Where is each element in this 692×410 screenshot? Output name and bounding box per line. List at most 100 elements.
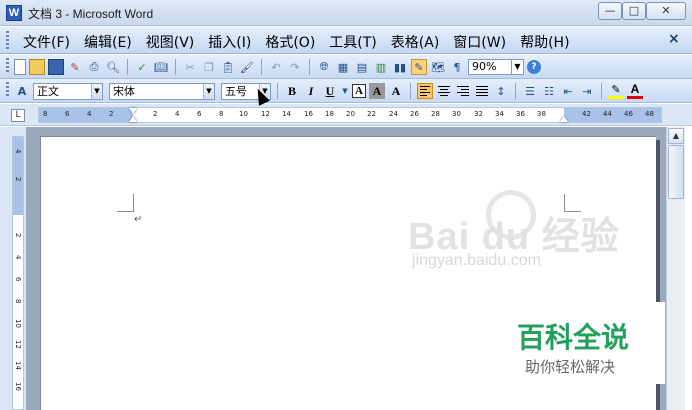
- toolbar-grip[interactable]: [6, 58, 9, 74]
- separator: [261, 59, 262, 75]
- zoom-dropdown-arrow[interactable]: ▼: [512, 59, 524, 75]
- vertical-ruler-area: 4 2 2 4 6 8 10 12 14 16: [0, 127, 26, 410]
- justify-button[interactable]: [474, 83, 490, 99]
- ruler-number: 42: [582, 110, 591, 118]
- hanging-indent-marker[interactable]: [129, 116, 137, 122]
- align-right-button[interactable]: [455, 83, 471, 99]
- close-button[interactable]: ✕: [646, 2, 686, 20]
- insert-excel-icon[interactable]: ▥: [373, 59, 389, 75]
- minimize-button[interactable]: —: [598, 2, 622, 20]
- vertical-ruler[interactable]: 4 2 2 4 6 8 10 12 14 16: [12, 136, 24, 410]
- ruler-number: 16: [304, 110, 313, 118]
- tab-selector[interactable]: L: [11, 109, 25, 122]
- styles-pane-icon[interactable]: A: [14, 83, 30, 99]
- align-left-button[interactable]: [417, 83, 433, 99]
- toolbar-grip[interactable]: [6, 82, 9, 98]
- ruler-number: 4: [87, 110, 92, 118]
- hyperlink-icon[interactable]: 🌐︎: [316, 59, 332, 75]
- word-app-icon[interactable]: W: [6, 5, 22, 21]
- menubar-grip[interactable]: [6, 31, 9, 49]
- first-line-indent-marker[interactable]: [129, 108, 137, 114]
- menu-file[interactable]: 文件(F): [16, 32, 77, 52]
- right-indent-marker[interactable]: [560, 116, 568, 122]
- increase-indent-icon[interactable]: ⇥: [579, 83, 595, 99]
- ruler-number: 10: [14, 319, 22, 328]
- ruler-number: 10: [239, 110, 248, 118]
- ruler-number: 46: [624, 110, 633, 118]
- zoom-input[interactable]: 90%: [468, 59, 512, 75]
- spelling-icon[interactable]: ✓: [134, 59, 150, 75]
- ruler-number: 38: [537, 110, 546, 118]
- underline-dropdown-icon[interactable]: ▼: [341, 83, 349, 99]
- chevron-down-icon[interactable]: ▼: [203, 83, 214, 99]
- separator: [127, 59, 128, 75]
- left-margin-region: [39, 108, 133, 122]
- tables-borders-icon[interactable]: ▦: [335, 59, 351, 75]
- ruler-number: 36: [516, 110, 525, 118]
- scroll-up-icon[interactable]: ▲: [668, 128, 684, 144]
- formatting-toolbar: A 正文 ▼ 宋体 ▼ 五号 ▼ B I U ▼ A A A ↕ ☰ ☷ ⇤ ⇥…: [0, 79, 692, 103]
- font-color-button[interactable]: A: [627, 83, 643, 99]
- ruler-number: 28: [431, 110, 440, 118]
- redo-icon[interactable]: ↷: [287, 59, 303, 75]
- chevron-down-icon[interactable]: ▼: [91, 83, 102, 99]
- ruler-number: 14: [14, 361, 22, 370]
- menu-table[interactable]: 表格(A): [384, 32, 447, 52]
- insert-table-icon[interactable]: ▤: [354, 59, 370, 75]
- save-icon[interactable]: [48, 59, 64, 75]
- font-size-value: 五号: [225, 84, 247, 98]
- ruler-number: 2: [109, 110, 114, 118]
- character-border-button[interactable]: A: [352, 84, 366, 98]
- paste-icon[interactable]: 📋︎: [220, 59, 236, 75]
- menu-insert[interactable]: 插入(I): [201, 32, 258, 52]
- print-icon[interactable]: ⎙: [86, 59, 102, 75]
- menu-items: 文件(F) 编辑(E) 视图(V) 插入(I) 格式(O) 工具(T) 表格(A…: [16, 32, 577, 52]
- ruler-number: 16: [14, 382, 22, 391]
- font-combo[interactable]: 宋体 ▼: [109, 82, 215, 100]
- scrollbar-thumb[interactable]: [668, 145, 684, 199]
- ruler-number: 14: [282, 110, 291, 118]
- menu-format[interactable]: 格式(O): [258, 32, 322, 52]
- line-spacing-icon[interactable]: ↕: [493, 83, 509, 99]
- close-document-button[interactable]: ×: [668, 31, 680, 47]
- drawing-icon[interactable]: ✎: [411, 59, 427, 75]
- help-icon[interactable]: ?: [527, 60, 541, 74]
- research-icon[interactable]: 📖︎: [153, 59, 169, 75]
- style-combo[interactable]: 正文 ▼: [33, 82, 103, 100]
- columns-icon[interactable]: ▮▮: [392, 59, 408, 75]
- decrease-indent-icon[interactable]: ⇤: [560, 83, 576, 99]
- open-folder-icon[interactable]: [29, 59, 45, 75]
- highlight-icon[interactable]: ✎: [608, 83, 624, 99]
- horizontal-ruler[interactable]: 8 6 4 2 2 4 6 8 10 12 14 16 18 20 22 24 …: [38, 107, 662, 123]
- show-hide-icon[interactable]: ¶: [449, 59, 465, 75]
- italic-button[interactable]: I: [303, 83, 319, 99]
- menu-tools[interactable]: 工具(T): [322, 32, 383, 52]
- menu-help[interactable]: 帮助(H): [513, 32, 576, 52]
- menu-view[interactable]: 视图(V): [139, 32, 202, 52]
- copy-icon[interactable]: ❐: [201, 59, 217, 75]
- separator: [410, 83, 411, 99]
- paragraph-mark: ↵: [134, 214, 143, 225]
- underline-button[interactable]: U: [322, 83, 338, 99]
- menu-window[interactable]: 窗口(W): [446, 32, 513, 52]
- numbering-icon[interactable]: ☰: [522, 83, 538, 99]
- ruler-number: 30: [452, 110, 461, 118]
- character-shading-button[interactable]: A: [369, 83, 385, 99]
- align-center-button[interactable]: [436, 83, 452, 99]
- menu-edit[interactable]: 编辑(E): [77, 32, 139, 52]
- vertical-scrollbar[interactable]: ▲: [666, 127, 685, 410]
- new-doc-icon[interactable]: [14, 59, 26, 75]
- maximize-button[interactable]: □: [622, 2, 646, 20]
- bullets-icon[interactable]: ☷: [541, 83, 557, 99]
- character-scale-button[interactable]: A: [388, 83, 404, 99]
- bold-button[interactable]: B: [284, 83, 300, 99]
- cut-icon[interactable]: ✂: [182, 59, 198, 75]
- undo-icon[interactable]: ↶: [268, 59, 284, 75]
- document-map-icon[interactable]: 🗺︎: [430, 59, 446, 75]
- title-bar: W 文档 3 - Microsoft Word — □ ✕: [0, 0, 692, 26]
- ruler-number: 26: [410, 110, 419, 118]
- format-painter-icon[interactable]: 🖌︎: [239, 59, 255, 75]
- ruler-number: 12: [14, 340, 22, 349]
- permission-icon[interactable]: ✎: [67, 59, 83, 75]
- print-preview-icon[interactable]: 🔍︎: [105, 59, 121, 75]
